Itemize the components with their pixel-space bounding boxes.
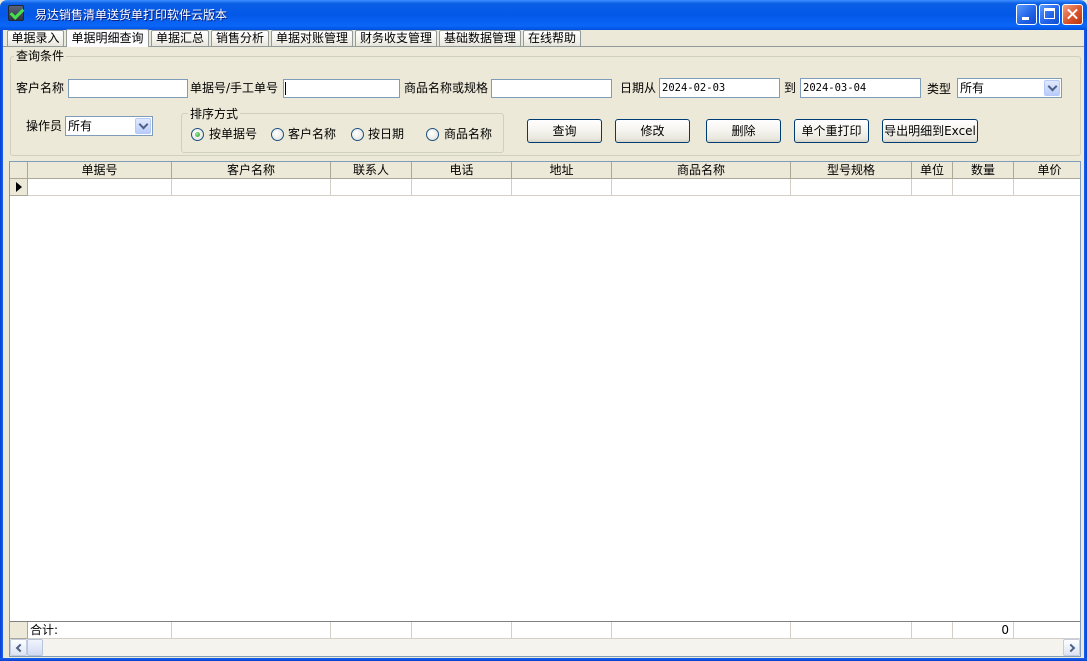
footer-cell	[912, 622, 953, 639]
column-header-product-name[interactable]: 商品名称	[612, 162, 791, 179]
text-cursor	[285, 82, 286, 95]
footer-total-label: 合计:	[28, 622, 172, 639]
footer-total-quantity: 0	[953, 622, 1014, 639]
table-cell[interactable]	[953, 179, 1014, 196]
window-title: 易达销售清单送货单打印软件云版本	[35, 8, 228, 22]
column-header-model-spec[interactable]: 型号规格	[791, 162, 912, 179]
tab-document-summary[interactable]: 单据汇总	[151, 30, 209, 46]
customer-name-label: 客户名称	[16, 81, 65, 95]
column-header-unit[interactable]: 单位	[912, 162, 953, 179]
type-label: 类型	[927, 82, 952, 96]
table-cell[interactable]	[28, 179, 172, 196]
chevron-left-icon[interactable]	[10, 639, 27, 656]
sort-mode-title: 排序方式	[188, 107, 241, 121]
tab-reconciliation[interactable]: 单据对账管理	[271, 30, 353, 46]
delete-button[interactable]: 删除	[706, 119, 781, 143]
customer-name-input[interactable]	[68, 79, 188, 98]
product-name-spec-label: 商品名称或规格	[404, 81, 489, 95]
maximize-icon	[1044, 8, 1055, 19]
table-cell[interactable]	[512, 179, 612, 196]
close-button[interactable]	[1062, 4, 1083, 25]
tab-document-entry[interactable]: 单据录入	[7, 30, 64, 46]
table-cell[interactable]	[412, 179, 512, 196]
query-button[interactable]: 查询	[527, 119, 602, 143]
chevron-right-icon[interactable]	[1063, 639, 1080, 656]
operator-select[interactable]: 所有	[65, 116, 153, 136]
order-number-label: 单据号/手工单号	[190, 81, 279, 95]
table-cell[interactable]	[912, 179, 953, 196]
table-cell[interactable]	[1014, 179, 1080, 196]
operator-label: 操作员	[26, 119, 63, 133]
tab-online-help[interactable]: 在线帮助	[523, 30, 581, 46]
date-to-input[interactable]	[800, 78, 921, 98]
table-cell[interactable]	[331, 179, 412, 196]
tab-sales-analysis[interactable]: 销售分析	[211, 30, 269, 46]
footer-cell	[331, 622, 412, 639]
column-header-address[interactable]: 地址	[512, 162, 612, 179]
footer-cell	[1014, 622, 1080, 639]
horizontal-scrollbar[interactable]	[10, 639, 1080, 656]
query-conditions-title: 查询条件	[14, 49, 67, 63]
column-header-order-no[interactable]: 单据号	[28, 162, 172, 179]
footer-row-header	[10, 622, 28, 639]
column-header-contact[interactable]: 联系人	[331, 162, 412, 179]
date-from-label: 日期从	[620, 81, 657, 95]
chevron-down-icon[interactable]	[135, 118, 151, 134]
date-from-input[interactable]	[659, 78, 780, 98]
title-bar[interactable]: 易达销售清单送货单打印软件云版本	[0, 0, 1087, 30]
sort-by-customer-radio[interactable]	[271, 128, 284, 141]
table-cell[interactable]	[791, 179, 912, 196]
sort-by-date-radio[interactable]	[351, 128, 364, 141]
table-cell[interactable]	[612, 179, 791, 196]
checkmark-app-icon[interactable]	[8, 5, 24, 21]
sort-by-date-label[interactable]: 按日期	[368, 127, 404, 141]
export-excel-button[interactable]: 导出明细到Excel	[882, 119, 978, 143]
order-number-input[interactable]	[283, 79, 400, 98]
sort-by-order-radio[interactable]	[191, 128, 204, 141]
sort-by-product-label[interactable]: 商品名称	[444, 127, 492, 141]
column-header-quantity[interactable]: 数量	[953, 162, 1014, 179]
maximize-button[interactable]	[1039, 4, 1060, 25]
close-icon	[1063, 5, 1082, 24]
edit-button[interactable]: 修改	[615, 119, 690, 143]
column-header-phone[interactable]: 电话	[412, 162, 512, 179]
grid-corner-header[interactable]	[10, 162, 28, 179]
footer-cell	[791, 622, 912, 639]
chevron-down-icon[interactable]	[1044, 80, 1060, 96]
sort-by-customer-label[interactable]: 客户名称	[288, 127, 336, 141]
column-header-unit-price[interactable]: 单价	[1014, 162, 1080, 179]
reprint-single-button[interactable]: 单个重打印	[794, 119, 869, 143]
tab-finance[interactable]: 财务收支管理	[355, 30, 437, 46]
row-pointer-icon	[16, 182, 22, 192]
row-header[interactable]	[10, 179, 28, 196]
footer-cell	[172, 622, 331, 639]
date-to-label: 到	[784, 81, 797, 95]
minimize-button[interactable]	[1016, 4, 1037, 25]
tab-detail-query[interactable]: 单据明细查询	[66, 29, 149, 47]
footer-cell	[612, 622, 791, 639]
minimize-icon	[1022, 17, 1029, 20]
sort-by-order-label[interactable]: 按单据号	[209, 127, 257, 141]
operator-select-value: 所有	[68, 119, 93, 133]
window-frame-left	[0, 30, 3, 661]
detail-grid[interactable]: 单据号 客户名称 联系人 电话 地址 商品名称 型号规格 单位 数量 单价 合计…	[9, 161, 1081, 657]
footer-cell	[512, 622, 612, 639]
type-select-value: 所有	[960, 81, 985, 95]
tab-basic-data[interactable]: 基础数据管理	[439, 30, 521, 46]
sort-by-product-radio[interactable]	[426, 128, 439, 141]
column-header-customer-name[interactable]: 客户名称	[172, 162, 331, 179]
scrollbar-thumb[interactable]	[27, 639, 43, 656]
footer-cell	[412, 622, 512, 639]
table-cell[interactable]	[172, 179, 331, 196]
product-name-spec-input[interactable]	[491, 79, 612, 98]
tab-panel-border	[3, 46, 1084, 47]
type-select[interactable]: 所有	[957, 78, 1062, 98]
